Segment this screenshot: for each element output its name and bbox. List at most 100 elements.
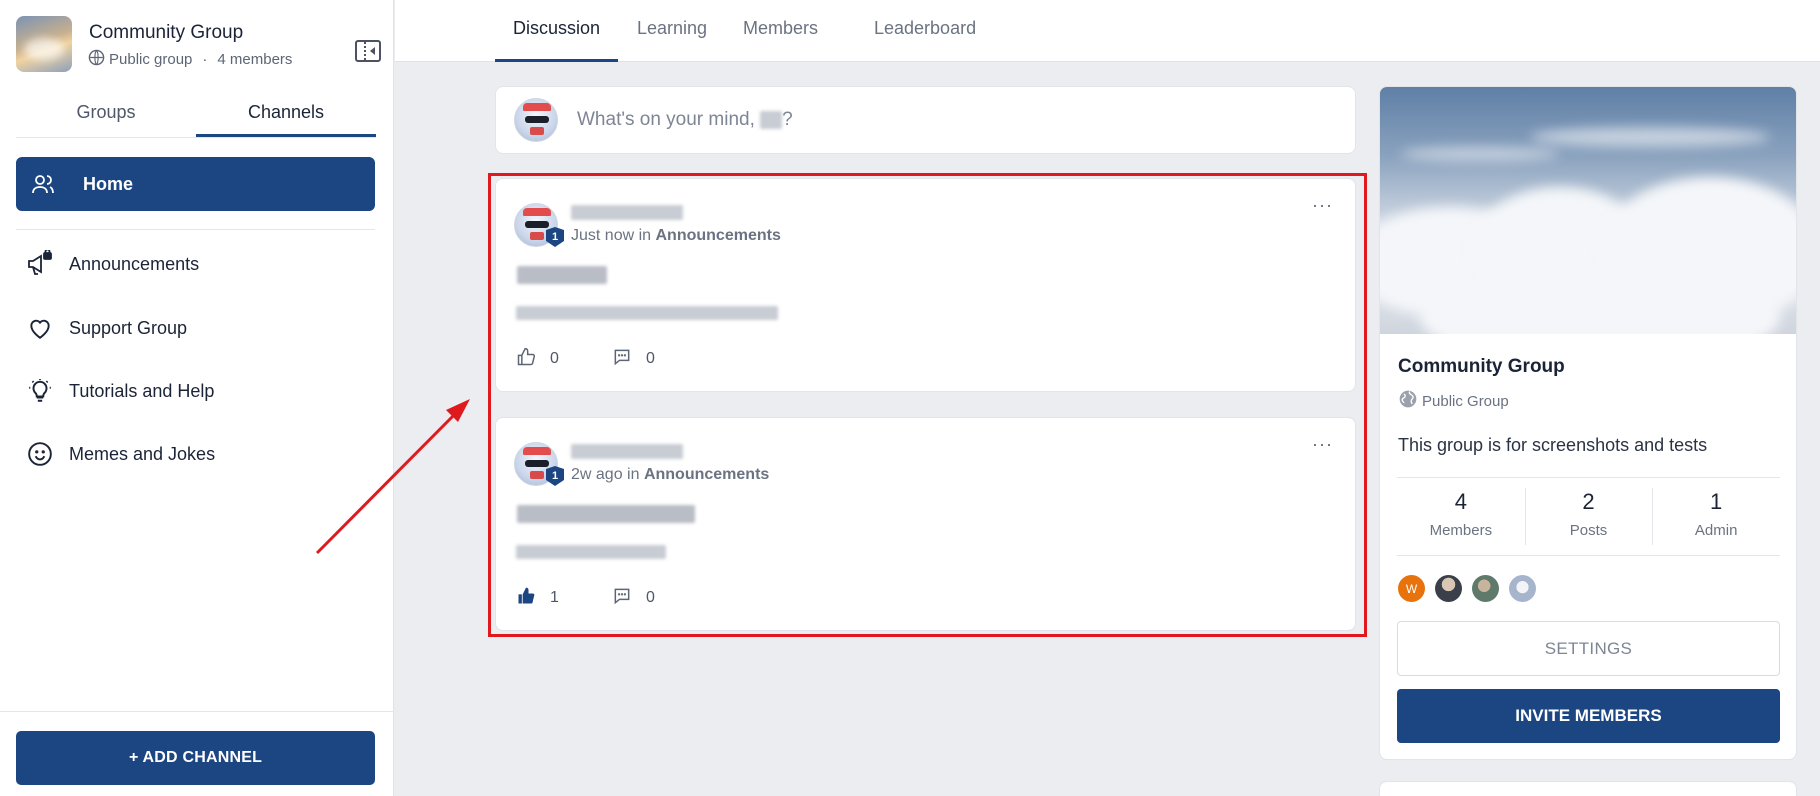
stat-value: 4: [1454, 489, 1467, 514]
composer-prompt-suffix: ?: [782, 109, 793, 130]
comment-count: 0: [646, 589, 655, 606]
like-button[interactable]: 1: [516, 586, 559, 611]
settings-button[interactable]: SETTINGS: [1397, 621, 1780, 676]
member-avatar[interactable]: [1435, 575, 1462, 602]
author-name-redacted[interactable]: [571, 204, 683, 222]
comment-button[interactable]: 0: [612, 347, 655, 371]
comment-icon: [612, 347, 632, 372]
post-card[interactable]: 1 Just now in Announcements ··· 0 0: [495, 178, 1356, 392]
post-title-redacted: [517, 505, 695, 523]
tab-leaderboard[interactable]: Leaderboard: [856, 0, 994, 62]
post-actions: 0 0: [516, 347, 655, 372]
megaphone-lock-icon: [25, 249, 55, 279]
stat-label: Posts: [1569, 522, 1608, 539]
top-tab-bar: Discussion Learning Members Leaderboard: [395, 0, 1820, 62]
member-avatar[interactable]: [1472, 575, 1499, 602]
group-header: Community Group Public group · 4 members: [16, 16, 381, 72]
redacted-username: [760, 110, 783, 129]
about-group-name: Community Group: [1398, 356, 1565, 377]
like-count: 1: [550, 589, 559, 606]
post-channel-link[interactable]: Announcements: [644, 466, 769, 483]
sidebar-item-label: Home: [83, 173, 134, 194]
post-time: Just now: [571, 227, 635, 244]
more-options-icon[interactable]: ···: [1312, 195, 1333, 216]
globe-icon: [1398, 389, 1418, 413]
smiley-icon: [25, 439, 55, 469]
group-privacy: Public group: [109, 51, 193, 68]
comment-count: 0: [646, 350, 655, 367]
group-meta: Public group · 4 members: [88, 49, 292, 70]
globe-icon: [88, 49, 105, 70]
thumbs-up-icon: [516, 347, 536, 372]
about-group-type: Public Group: [1398, 389, 1509, 413]
sidebar-item-label: Support Group: [69, 317, 188, 338]
sidebar-item-announcements[interactable]: Announcements: [16, 241, 375, 287]
stat-posts[interactable]: 2 Posts: [1524, 478, 1653, 555]
tab-learning[interactable]: Learning: [619, 0, 725, 62]
app-root: Community Group Public group · 4 members…: [0, 0, 1820, 796]
like-button[interactable]: 0: [516, 347, 559, 372]
member-avatar[interactable]: [1509, 575, 1536, 602]
tab-channels[interactable]: Channels: [196, 90, 376, 137]
tab-discussion[interactable]: Discussion: [495, 0, 619, 62]
invite-members-button[interactable]: INVITE MEMBERS: [1397, 689, 1780, 743]
user-avatar: [514, 98, 558, 142]
group-title: Community Group: [89, 22, 244, 43]
sidebar-item-memes-and-jokes[interactable]: Memes and Jokes: [16, 431, 375, 477]
tab-groups[interactable]: Groups: [16, 90, 196, 137]
like-count: 0: [550, 350, 559, 367]
sidebar-item-label: Announcements: [69, 253, 200, 274]
about-description: This group is for screenshots and tests: [1398, 435, 1708, 455]
post-meta: Just now in Announcements: [571, 227, 781, 245]
users-icon: [30, 171, 56, 197]
next-sidebar-card: [1379, 781, 1797, 796]
post-in-word: in: [627, 466, 640, 483]
sidebar-item-home[interactable]: Home: [16, 157, 375, 211]
post-channel-link[interactable]: Announcements: [656, 227, 781, 244]
sidebar-divider: [16, 229, 375, 230]
lightbulb-icon: [25, 376, 55, 406]
post-card[interactable]: 1 2w ago in Announcements ··· 1 0: [495, 417, 1356, 631]
stat-value: 2: [1582, 489, 1595, 514]
stat-value: 1: [1710, 489, 1723, 514]
stat-label: Members: [1429, 522, 1493, 539]
sidebar-item-tutorials-and-help[interactable]: Tutorials and Help: [16, 368, 375, 414]
sidebar: Community Group Public group · 4 members…: [0, 0, 394, 796]
group-stats: 4 Members 2 Posts 1 Admin: [1397, 477, 1780, 556]
sidebar-bottom-divider: [0, 711, 394, 712]
tab-members[interactable]: Members: [725, 0, 836, 62]
member-avatar-list: W: [1398, 575, 1536, 602]
sidebar-item-label: Tutorials and Help: [69, 380, 215, 401]
member-avatar[interactable]: W: [1398, 575, 1425, 602]
post-body-redacted: [516, 543, 666, 561]
add-channel-button[interactable]: + ADD CHANNEL: [16, 731, 375, 785]
post-body-redacted: [516, 304, 778, 322]
stat-label: Admin: [1694, 522, 1738, 539]
thumbs-up-filled-icon: [516, 586, 536, 611]
comment-button[interactable]: 0: [612, 586, 655, 610]
composer-prompt-prefix: What's on your mind,: [577, 109, 755, 130]
sidebar-item-support-group[interactable]: Support Group: [16, 305, 375, 351]
collapse-sidebar-icon[interactable]: [355, 40, 381, 62]
group-cover-image: [1380, 87, 1796, 334]
sidebar-item-label: Memes and Jokes: [69, 443, 216, 464]
post-time: 2w ago: [571, 466, 623, 483]
level-badge: 1: [546, 227, 564, 247]
post-actions: 1 0: [516, 586, 655, 611]
post-title-redacted: [517, 266, 607, 284]
stat-members[interactable]: 4 Members: [1397, 478, 1525, 555]
level-badge: 1: [546, 466, 564, 486]
group-avatar: [16, 16, 72, 72]
author-name-redacted[interactable]: [571, 443, 683, 461]
more-options-icon[interactable]: ···: [1312, 434, 1333, 455]
post-composer[interactable]: What's on your mind, ?: [495, 86, 1356, 154]
stat-admin[interactable]: 1 Admin: [1652, 478, 1780, 555]
comment-icon: [612, 586, 632, 611]
post-in-word: in: [638, 227, 652, 244]
post-meta: 2w ago in Announcements: [571, 466, 769, 484]
group-member-count: 4 members: [217, 51, 293, 68]
about-group-type-label: Public Group: [1422, 392, 1509, 410]
composer-prompt[interactable]: What's on your mind, ?: [577, 109, 793, 131]
group-about-card: Community Group Public Group This group …: [1379, 86, 1797, 760]
sidebar-tabs: Groups Channels: [16, 90, 376, 138]
